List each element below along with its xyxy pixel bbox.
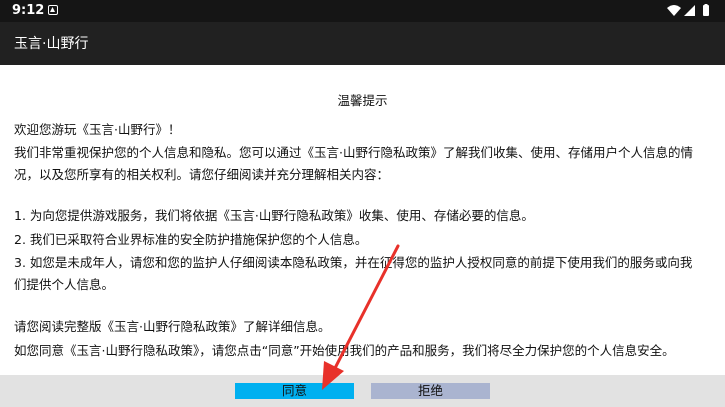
signal-icon <box>684 5 695 16</box>
point-3-line-2: 们提供个人信息。 <box>14 277 115 292</box>
intro-line-2: 况，以及您所享有的相关权利。请您仔细阅读并充分理解相关内容： <box>14 167 390 182</box>
dialog-footer: 同意 拒绝 <box>0 375 725 407</box>
status-icons <box>667 4 709 16</box>
app-bar: 玉言·山野行 <box>0 22 725 65</box>
status-time: 9:12 <box>12 3 45 18</box>
battery-icon <box>703 5 709 16</box>
intro-line-1: 我们非常重视保护您的个人信息和隐私。您可以通过《玉言·山野行隐私政策》了解我们收… <box>14 145 693 160</box>
full-policy-line: 请您阅读完整版《玉言·山野行隐私政策》了解详细信息。 <box>14 319 331 334</box>
app-title: 玉言·山野行 <box>14 36 89 52</box>
point-2: 2. 我们已采取符合业界标准的安全防护措施保护您的个人信息。 <box>14 232 368 247</box>
consent-line: 如您同意《玉言·山野行隐私政策》，请您点击“同意”开始使用我们的产品和服务，我们… <box>14 343 675 358</box>
refuse-button[interactable]: 拒绝 <box>371 383 490 399</box>
welcome-line: 欢迎您游玩《玉言·山野行》！ <box>14 122 181 137</box>
wifi-icon <box>667 5 681 16</box>
dialog-title: 温馨提示 <box>337 93 388 108</box>
notification-icon <box>48 5 58 15</box>
agree-button[interactable]: 同意 <box>235 383 354 399</box>
point-1: 1. 为向您提供游戏服务，我们将依据《玉言·山野行隐私政策》收集、使用、存储必要… <box>14 208 534 223</box>
privacy-dialog: 温馨提示 欢迎您游玩《玉言·山野行》！ 我们非常重视保护您的个人信息和隐私。您可… <box>0 65 725 375</box>
status-bar: 9:12 <box>0 0 725 22</box>
point-3-line-1: 3. 如您是未成年人，请您和您的监护人仔细阅读本隐私政策，并在征得您的监护人授权… <box>14 255 693 270</box>
